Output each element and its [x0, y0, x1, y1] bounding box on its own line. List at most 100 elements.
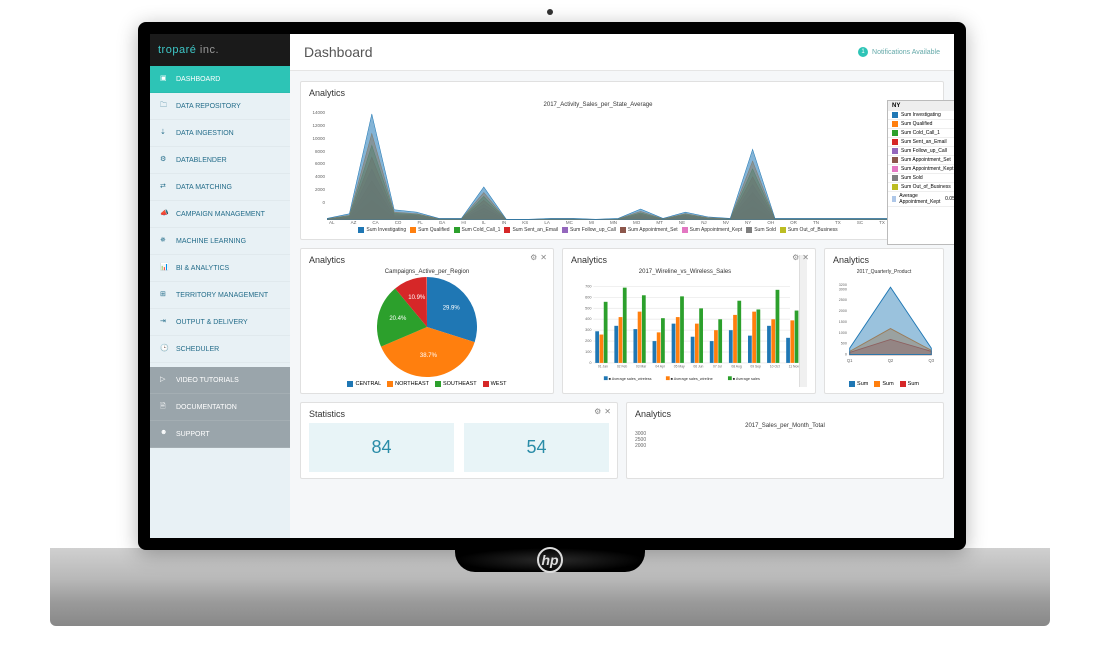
sidebar-item-data-matching[interactable]: ⇄ DATA MATCHING: [150, 174, 290, 201]
panel-quarterly-product: Analytics 2017_Quarterly_Product 3200300…: [824, 248, 944, 394]
svg-text:02 Feb: 02 Feb: [617, 365, 628, 369]
sidebar-item-bi-analytics[interactable]: 📊 BI & ANALYTICS: [150, 255, 290, 282]
svg-text:05 May: 05 May: [674, 365, 685, 369]
sidebar-item-label: DASHBOARD: [176, 76, 220, 83]
svg-text:0: 0: [589, 361, 591, 365]
svg-text:2500: 2500: [839, 298, 847, 302]
brand-suffix: inc.: [200, 44, 219, 56]
sidebar-item-data-ingestion[interactable]: ⇣ DATA INGESTION: [150, 120, 290, 147]
notifications-button[interactable]: 1 Notifications Available: [858, 47, 940, 57]
sidebar-item-label: SUPPORT: [176, 431, 210, 438]
svg-text:400: 400: [585, 317, 591, 321]
panel-scrollbar[interactable]: [799, 255, 807, 387]
close-icon[interactable]: ✕: [802, 253, 809, 262]
panel-title: Analytics: [635, 409, 935, 419]
notification-badge: 1: [858, 47, 868, 57]
svg-text:■ Average sales_wireless: ■ Average sales_wireless: [609, 377, 652, 381]
y-axis-ticks: 3000 2500 2000: [635, 431, 935, 449]
blend-icon: ⚙: [160, 155, 170, 165]
area-chart-states[interactable]: 14000120001000080006000400020000: [309, 110, 887, 220]
sidebar-item-output-delivery[interactable]: ⇥ OUTPUT & DELIVERY: [150, 309, 290, 336]
sidebar-item-dashboard[interactable]: ▣ DASHBOARD: [150, 66, 290, 93]
sidebar-item-support[interactable]: ☻ SUPPORT: [150, 421, 290, 448]
pie-chart[interactable]: 29.9%38.7%20.4%10.9%: [377, 277, 477, 377]
svg-text:06 Jun: 06 Jun: [693, 365, 703, 369]
gear-icon[interactable]: ⚙: [530, 253, 537, 262]
svg-text:500: 500: [585, 306, 591, 310]
topbar: Dashboard 1 Notifications Available: [290, 34, 954, 71]
gear-icon[interactable]: ⚙: [594, 407, 601, 416]
dashboard-icon: ▣: [160, 74, 170, 84]
svg-text:Q2: Q2: [888, 358, 894, 363]
hp-logo: hp: [537, 547, 563, 573]
svg-text:08 Aug: 08 Aug: [731, 365, 742, 369]
svg-text:07 Jul: 07 Jul: [713, 365, 722, 369]
svg-text:Q3: Q3: [929, 358, 935, 363]
doc-icon: 🗎: [160, 402, 170, 412]
ingest-icon: ⇣: [160, 128, 170, 138]
sidebar-item-video-tutorials[interactable]: ▷ VIDEO TUTORIALS: [150, 367, 290, 394]
panel-campaigns-pie: Analytics ⚙ ✕ Campaigns_Active_per_Regio…: [300, 248, 554, 394]
chart-title: 2017_Quarterly_Product: [833, 269, 935, 275]
brand-name: troparé: [158, 44, 196, 56]
close-icon[interactable]: ✕: [540, 253, 547, 262]
svg-text:03 Mar: 03 Mar: [636, 365, 647, 369]
svg-text:01 Jan: 01 Jan: [598, 365, 608, 369]
gear-icon[interactable]: ⚙: [792, 253, 799, 262]
svg-text:20.4%: 20.4%: [389, 316, 407, 322]
sidebar-item-label: CAMPAIGN MANAGEMENT: [176, 211, 265, 218]
sidebar-item-scheduler[interactable]: 🕒 SCHEDULER: [150, 336, 290, 363]
chart-legend: Sum InvestigatingSum QualifiedSum Cold_C…: [309, 227, 887, 233]
laptop-hinge: hp: [455, 548, 645, 572]
chart-legend: SumSumSum: [833, 381, 935, 387]
chart-title: 2017_Sales_per_Month_Total: [635, 423, 935, 429]
territory-icon: ⊞: [160, 290, 170, 300]
svg-text:700: 700: [585, 285, 591, 289]
sidebar-item-campaign-management[interactable]: 📣 CAMPAIGN MANAGEMENT: [150, 201, 290, 228]
sidebar-item-label: BI & ANALYTICS: [176, 265, 229, 272]
sidebar-item-documentation[interactable]: 🗎 DOCUMENTATION: [150, 394, 290, 421]
stat-card: 54: [464, 423, 609, 472]
sidebar-item-label: DATA INGESTION: [176, 130, 234, 137]
svg-text:2000: 2000: [839, 309, 847, 313]
scheduler-icon: 🕒: [160, 344, 170, 354]
sidebar: troparé inc. ▣ DASHBOARD 🗀 DATA REPOSITO…: [150, 34, 290, 538]
laptop-camera: [547, 9, 553, 15]
panel-activity-sales: Analytics 2017_Activity_Sales_per_State_…: [300, 81, 944, 240]
campaign-icon: 📣: [160, 209, 170, 219]
panel-sales-month: Analytics 2017_Sales_per_Month_Total 300…: [626, 402, 944, 479]
chart-title: 2017_Wireline_vs_Wireless_Sales: [571, 269, 799, 275]
x-axis-ticks: ALAZCACOFLGAHIILINKSLAMCMIMNMOMTNENJNVNY…: [327, 220, 887, 225]
panel-title: Analytics: [833, 255, 935, 265]
pie-legend: CENTRALNORTHEASTSOUTHEASTWEST: [347, 381, 506, 387]
svg-text:200: 200: [585, 339, 591, 343]
sidebar-item-label: DOCUMENTATION: [176, 404, 237, 411]
content-area: Analytics 2017_Activity_Sales_per_State_…: [290, 71, 954, 538]
close-icon[interactable]: ✕: [604, 407, 611, 416]
sidebar-item-label: OUTPUT & DELIVERY: [176, 319, 248, 326]
sidebar-item-territory-management[interactable]: ⊞ TERRITORY MANAGEMENT: [150, 282, 290, 309]
support-icon: ☻: [160, 429, 170, 439]
svg-text:38.7%: 38.7%: [420, 353, 438, 359]
panel-title: Statistics: [309, 409, 609, 419]
area-chart-quarterly[interactable]: 3200300025002000150010005000Q1Q2Q3: [833, 277, 935, 377]
svg-text:500: 500: [841, 342, 847, 346]
page-title: Dashboard: [304, 44, 373, 60]
svg-text:3200: 3200: [839, 283, 847, 287]
svg-text:3000: 3000: [839, 287, 847, 291]
svg-text:09 Sep: 09 Sep: [750, 365, 761, 369]
svg-text:10.9%: 10.9%: [408, 295, 426, 301]
bar-chart[interactable]: 700600500400300200100001 Jan02 Feb03 Mar…: [571, 277, 799, 387]
panel-title: Analytics: [571, 255, 799, 265]
tooltip-legend-box: NY Sum InvestigatingSum QualifiedSum Col…: [887, 100, 954, 245]
sidebar-item-data-repository[interactable]: 🗀 DATA REPOSITORY: [150, 93, 290, 120]
brand-logo: troparé inc.: [150, 34, 290, 66]
svg-text:1500: 1500: [839, 320, 847, 324]
sidebar-item-machine-learning[interactable]: ✵ MACHINE LEARNING: [150, 228, 290, 255]
output-icon: ⇥: [160, 317, 170, 327]
panel-title: Analytics: [309, 255, 545, 265]
svg-text:1000: 1000: [839, 331, 847, 335]
chart-title: Campaigns_Active_per_Region: [309, 269, 545, 275]
panel-title: Analytics: [309, 88, 887, 98]
sidebar-item-datablender[interactable]: ⚙ DATABLENDER: [150, 147, 290, 174]
